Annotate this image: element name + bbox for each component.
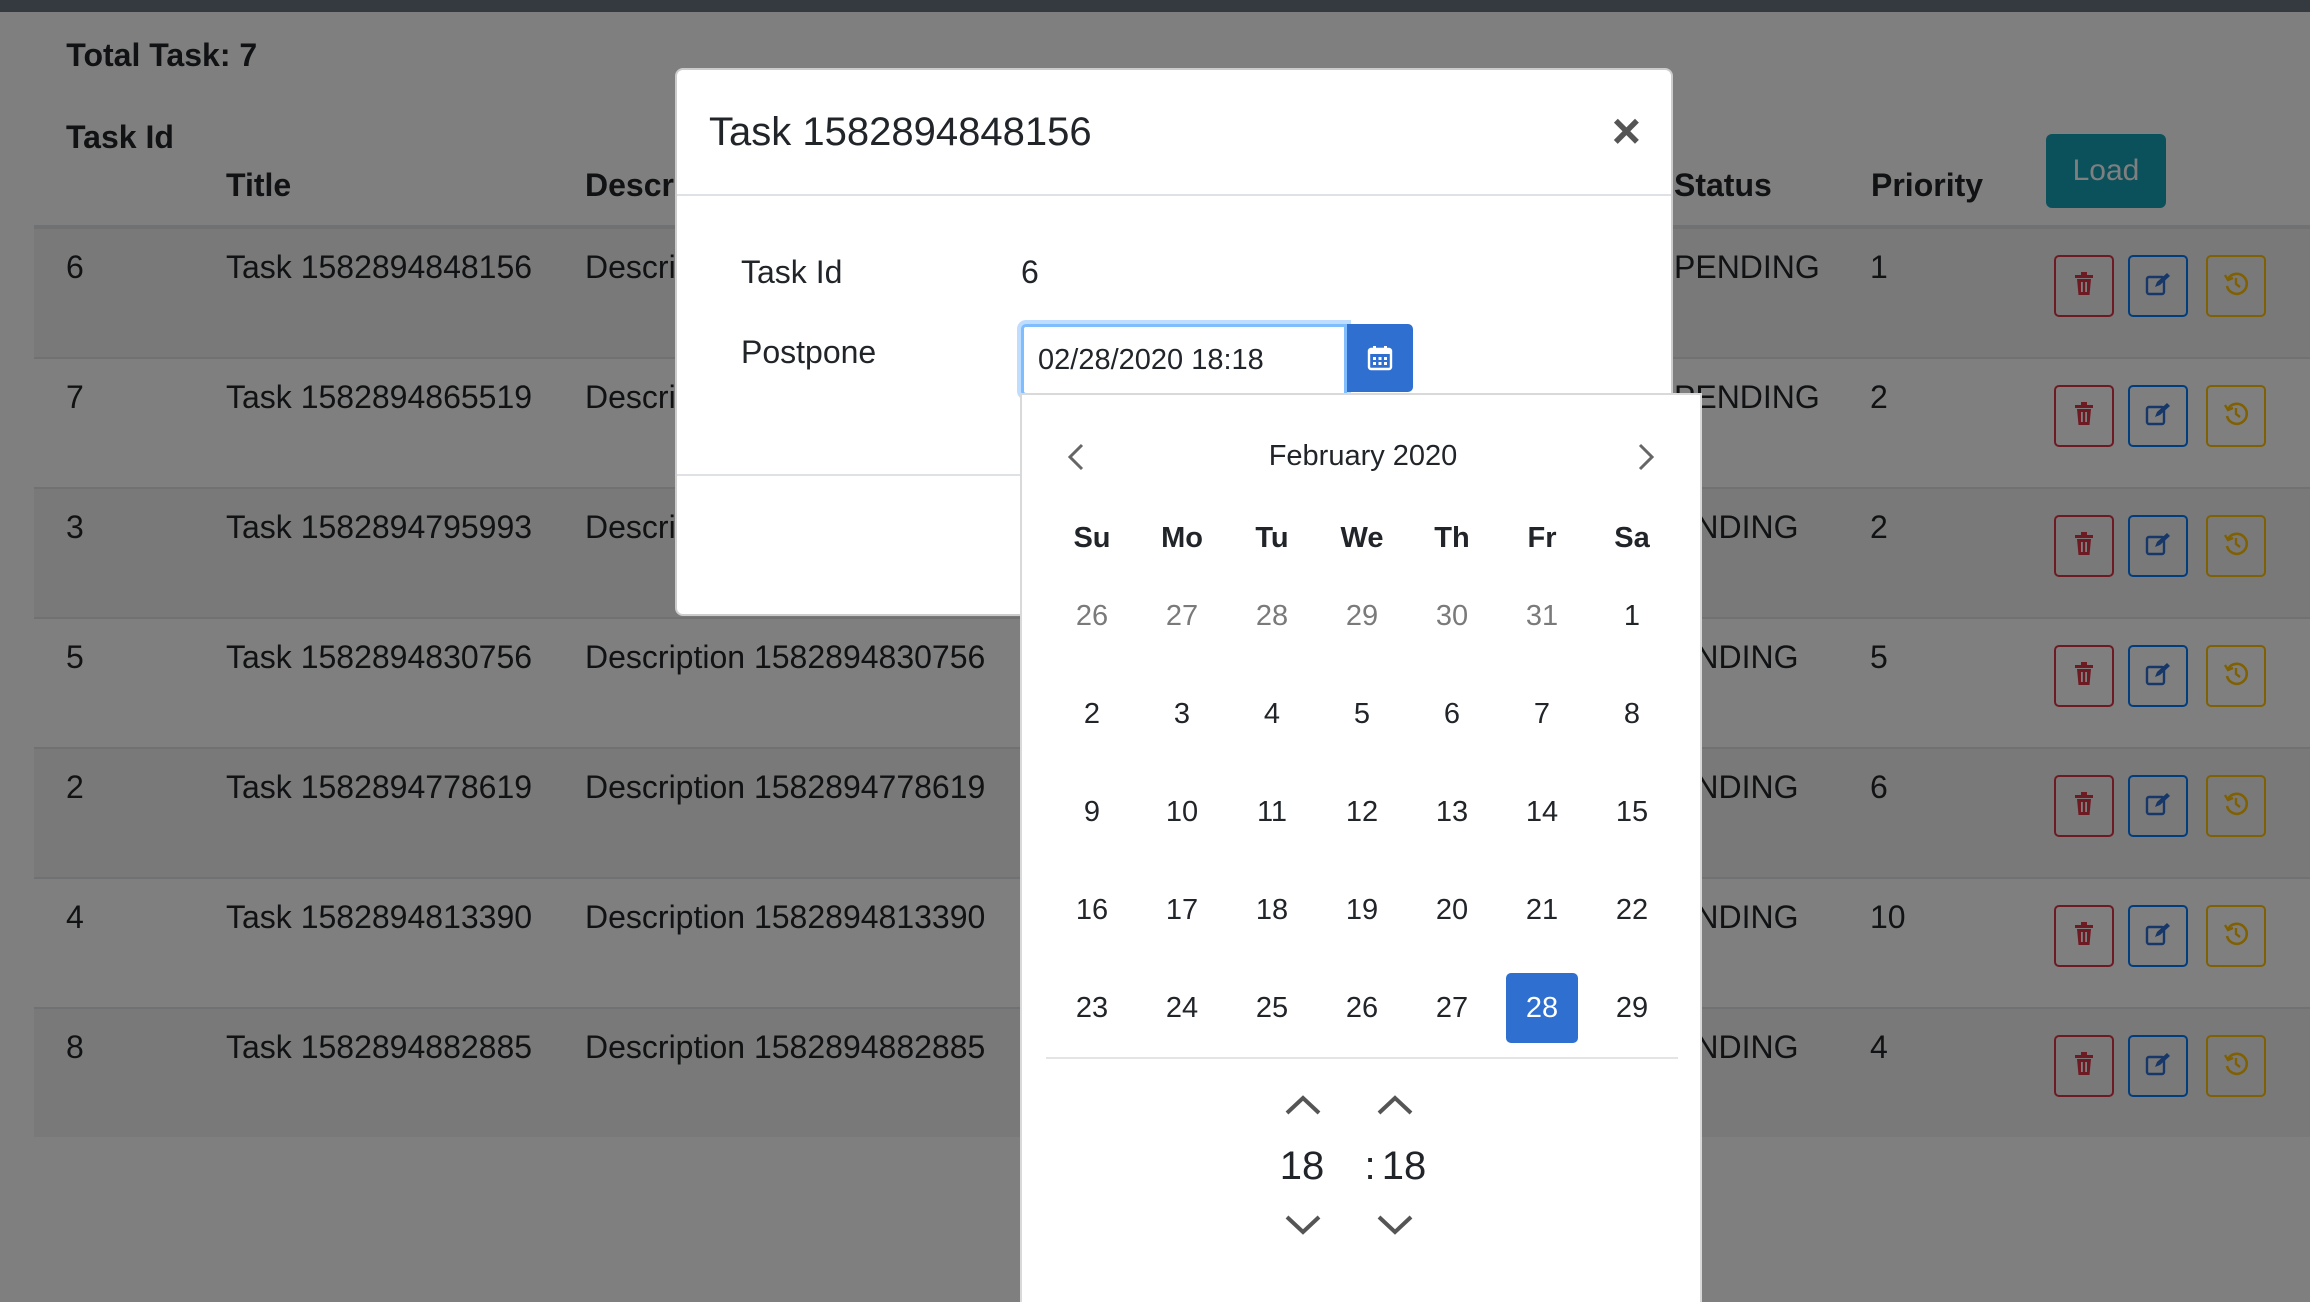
calendar-day[interactable]: 8 [1596, 679, 1668, 749]
calendar-week: 23 24 25 26 27 28 29 [1056, 973, 1686, 1043]
modal-header: Task 1582894848156 × [677, 70, 1671, 196]
calendar-day[interactable]: 15 [1596, 777, 1668, 847]
calendar-day[interactable]: 28 [1236, 581, 1308, 651]
calendar-day[interactable]: 30 [1416, 581, 1488, 651]
minute-up-chevron-icon[interactable] [1370, 1085, 1420, 1125]
calendar-day-selected[interactable]: 28 [1506, 973, 1578, 1043]
calendar-day[interactable]: 26 [1326, 973, 1398, 1043]
calendar-day[interactable]: 16 [1056, 875, 1128, 945]
calendar-week: 2345678 [1056, 679, 1686, 749]
calendar-day[interactable]: 19 [1326, 875, 1398, 945]
calendar-day[interactable]: 26 [1056, 581, 1128, 651]
calendar-day[interactable]: 14 [1506, 777, 1578, 847]
picker-divider [1046, 1057, 1678, 1059]
calendar-week: 26 27 28 29 30 31 1 [1056, 581, 1686, 651]
calendar-day[interactable]: 9 [1056, 777, 1128, 847]
task-id-value: 6 [1021, 254, 1039, 290]
calendar-week: 9 10 11 12 13 14 15 [1056, 777, 1686, 847]
calendar-day[interactable]: 27 [1416, 973, 1488, 1043]
calendar-day[interactable]: 23 [1056, 973, 1128, 1043]
calendar-day[interactable]: 5 [1326, 679, 1398, 749]
calendar-day[interactable]: 3 [1146, 679, 1218, 749]
calendar-day[interactable]: 6 [1416, 679, 1488, 749]
weekday-label: Fr [1527, 522, 1557, 554]
calendar-day[interactable]: 24 [1146, 973, 1218, 1043]
task-id-label: Task Id [741, 254, 843, 290]
calendar-day[interactable]: 31 [1506, 581, 1578, 651]
weekday-label: Sa [1614, 522, 1650, 554]
calendar-day[interactable]: 2 [1056, 679, 1128, 749]
calendar-icon[interactable] [1347, 324, 1413, 392]
chevron-right-icon[interactable] [1624, 435, 1668, 479]
calendar-week: 16 17 18 19 20 21 22 [1056, 875, 1686, 945]
close-icon[interactable]: × [1612, 106, 1641, 156]
modal-title: Task 1582894848156 [709, 110, 1092, 154]
weekday-row: Su Mo Tu We Th Fr Sa [1056, 515, 1686, 585]
weekday-label: Tu [1255, 522, 1289, 554]
calendar-day[interactable]: 12 [1326, 777, 1398, 847]
page: Total Task: 7 Task Id Title Descri Statu… [0, 0, 2310, 1302]
hour-value[interactable]: 18 [1270, 1141, 1334, 1191]
weekday-label: Mo [1161, 522, 1203, 554]
calendar-day[interactable]: 25 [1236, 973, 1308, 1043]
weekday-label: Th [1434, 522, 1470, 554]
datetime-picker: February 2020 Su Mo Tu We Th Fr Sa 26 27 28 29 30 3… [1020, 393, 1702, 1302]
calendar-day[interactable]: 21 [1506, 875, 1578, 945]
hour-up-chevron-icon[interactable] [1278, 1085, 1328, 1125]
calendar-day[interactable]: 29 [1596, 973, 1668, 1043]
calendar-day[interactable]: 22 [1596, 875, 1668, 945]
top-navbar [0, 0, 2310, 12]
postpone-label: Postpone [741, 334, 877, 370]
month-label[interactable]: February 2020 [1022, 433, 1704, 479]
postpone-datetime-input[interactable] [1021, 324, 1347, 396]
calendar-day[interactable]: 29 [1326, 581, 1398, 651]
minute-down-chevron-icon[interactable] [1370, 1205, 1420, 1245]
calendar-day[interactable]: 13 [1416, 777, 1488, 847]
calendar-day[interactable]: 4 [1236, 679, 1308, 749]
calendar-day[interactable]: 27 [1146, 581, 1218, 651]
weekday-label: We [1340, 522, 1384, 554]
calendar-day[interactable]: 17 [1146, 875, 1218, 945]
weekday-label: Su [1073, 522, 1111, 554]
calendar-day[interactable]: 20 [1416, 875, 1488, 945]
minute-value[interactable]: 18 [1372, 1141, 1436, 1191]
calendar-day[interactable]: 1 [1596, 581, 1668, 651]
calendar-day[interactable]: 11 [1236, 777, 1308, 847]
hour-down-chevron-icon[interactable] [1278, 1205, 1328, 1245]
calendar-day[interactable]: 10 [1146, 777, 1218, 847]
calendar-day[interactable]: 7 [1506, 679, 1578, 749]
calendar-day[interactable]: 18 [1236, 875, 1308, 945]
